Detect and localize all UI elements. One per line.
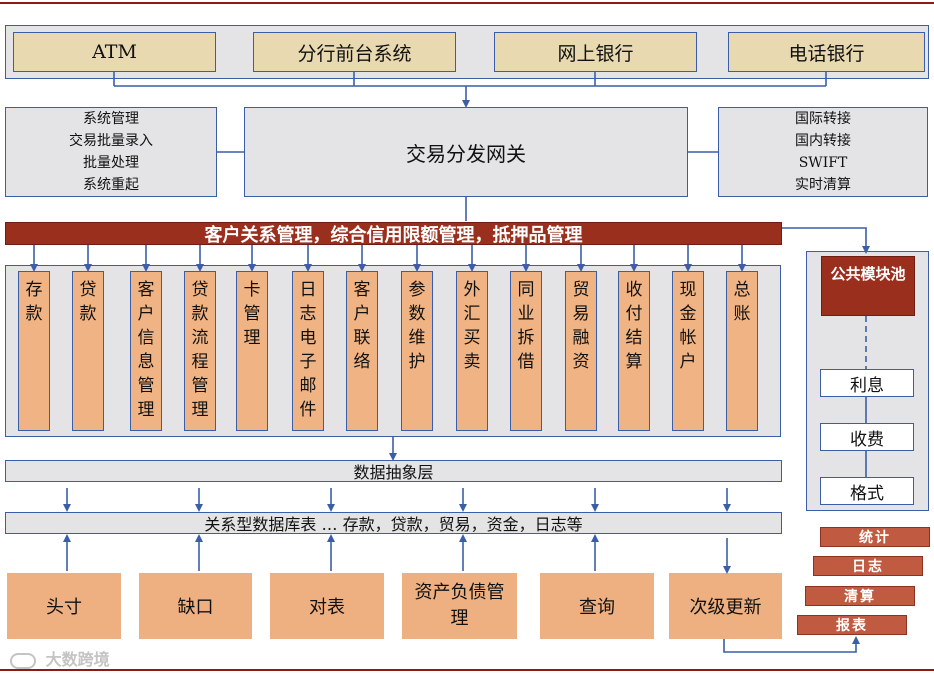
- bottom-box-gap: 缺口: [139, 573, 252, 639]
- watermark: 大数跨境: [10, 646, 110, 670]
- module-6: 客户联络: [346, 271, 378, 431]
- watermark-logo-icon: [10, 652, 36, 669]
- data-abstraction-layer: 数据抽象层: [5, 460, 782, 482]
- watermark-text: 大数跨境: [45, 650, 110, 669]
- bottom-box-alm: 资产负债管理: [402, 573, 517, 639]
- module-8: 外汇买卖: [456, 271, 488, 431]
- module-4: 卡管理: [236, 271, 268, 431]
- bottom-box-secondary-update: 次级更新: [669, 573, 782, 639]
- bottom-box-query: 查询: [540, 573, 654, 639]
- module-5: 日志电子邮件: [292, 271, 324, 431]
- report-reports: 报表: [797, 615, 907, 635]
- relational-db-layer: 关系型数据库表 … 存款，贷款，贸易，资金，日志等: [5, 512, 782, 534]
- system-admin-item: 批量处理: [83, 155, 139, 171]
- transfer-item: 实时清算: [795, 177, 851, 193]
- module-2: 客户信息管理: [130, 271, 162, 431]
- bottom-box-reconcile: 对表: [270, 573, 384, 639]
- channel-atm: ATM: [13, 32, 216, 72]
- report-stat: 统计: [820, 527, 930, 547]
- transfer-item: 国际转接: [795, 111, 851, 127]
- bottom-rule: [0, 669, 934, 671]
- system-admin-box: 系统管理 交易批量录入 批量处理 系统重起: [5, 107, 217, 197]
- module-9: 同业拆借: [510, 271, 542, 431]
- system-admin-item: 系统管理: [83, 111, 139, 127]
- channel-phone-banking: 电话银行: [728, 32, 925, 72]
- module-11: 收付结算: [618, 271, 650, 431]
- system-admin-item: 系统重起: [83, 177, 139, 193]
- transfer-item: SWIFT: [798, 155, 848, 171]
- transfer-box: 国际转接 国内转接 SWIFT 实时清算: [718, 107, 928, 197]
- channel-online-banking: 网上银行: [494, 32, 697, 72]
- module-13: 总账: [726, 271, 758, 431]
- transaction-gateway: 交易分发网关: [244, 107, 688, 197]
- pool-item-interest: 利息: [820, 369, 914, 397]
- crm-bar: 客户关系管理，综合信用限额管理，抵押品管理: [5, 222, 782, 246]
- pool-item-fee: 收费: [820, 423, 914, 451]
- transfer-item: 国内转接: [795, 133, 851, 149]
- module-0: 存款: [18, 271, 50, 431]
- module-7: 参数维护: [401, 271, 433, 431]
- business-modules-panel: [5, 265, 781, 437]
- pool-item-format: 格式: [820, 477, 914, 505]
- report-log: 日志: [813, 556, 923, 576]
- channel-branch-frontend: 分行前台系统: [253, 32, 456, 72]
- module-10: 贸易融资: [565, 271, 597, 431]
- report-settlement: 清算: [805, 586, 915, 606]
- module-12: 现金帐户: [672, 271, 704, 431]
- module-1: 贷款: [72, 271, 104, 431]
- bottom-box-position: 头寸: [7, 573, 121, 639]
- common-pool-title: 公共模块池: [821, 256, 915, 316]
- module-3: 贷款流程管理: [184, 271, 216, 431]
- top-rule: [0, 2, 934, 4]
- system-admin-item: 交易批量录入: [69, 133, 153, 149]
